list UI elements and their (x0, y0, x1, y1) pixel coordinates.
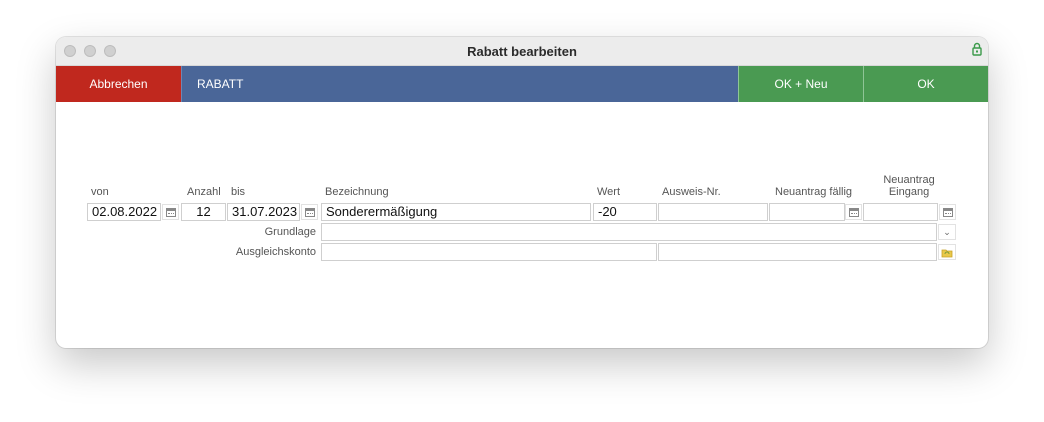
grundlage-select[interactable] (321, 223, 937, 241)
label-von: von (91, 186, 109, 198)
calendar-icon (942, 207, 953, 217)
title-bar: Rabatt bearbeiten (56, 37, 988, 66)
neuantrag-faellig-field[interactable] (769, 203, 845, 221)
ausgleichskonto-lookup-button[interactable] (938, 244, 956, 260)
neuantrag-eingang-field[interactable] (863, 203, 938, 221)
window-title: Rabatt bearbeiten (467, 44, 577, 59)
grundlage-dropdown-button[interactable]: ⌄ (938, 224, 956, 240)
chevron-down-icon: ⌄ (943, 227, 951, 237)
label-ausgleichskonto: Ausgleichskonto (235, 246, 316, 258)
neuantrag-eingang-calendar-button[interactable] (939, 204, 956, 220)
calendar-icon (304, 207, 315, 217)
von-calendar-button[interactable] (162, 204, 179, 220)
anzahl-field[interactable]: 12 (181, 203, 226, 221)
label-bis: bis (231, 186, 246, 198)
von-date-field[interactable]: 02.08.2022 (87, 203, 161, 221)
wert-field[interactable]: -20 (593, 203, 657, 221)
ausgleichskonto-name-field[interactable] (658, 243, 937, 261)
label-bezeichnung: Bezeichnung (325, 186, 389, 198)
label-neuantrag-eingang-2: Eingang (888, 186, 930, 198)
label-ausweis-nr: Ausweis-Nr. (662, 186, 721, 198)
bis-calendar-button[interactable] (301, 204, 318, 220)
action-toolbar: Abbrechen RABATT OK + Neu OK (56, 66, 988, 102)
lock-icon[interactable] (972, 42, 982, 56)
bis-date-field[interactable]: 31.07.2023 (227, 203, 300, 221)
ok-new-button[interactable]: OK + Neu (738, 66, 863, 102)
ausweis-nr-field[interactable] (658, 203, 768, 221)
folder-lookup-icon (941, 249, 953, 257)
ausgleichskonto-field[interactable] (321, 243, 657, 261)
cancel-button[interactable]: Abbrechen (56, 66, 181, 102)
label-grundlage: Grundlage (264, 226, 316, 238)
calendar-icon (848, 207, 859, 217)
label-neuantrag-faellig: Neuantrag fällig (775, 186, 853, 198)
label-neuantrag-eingang-1: Neuantrag (883, 174, 935, 186)
section-title: RABATT (181, 66, 738, 102)
ok-button[interactable]: OK (863, 66, 988, 102)
label-wert: Wert (597, 186, 621, 198)
bezeichnung-field[interactable]: Sonderermäßigung (321, 203, 591, 221)
neuantrag-faellig-calendar-button[interactable] (845, 204, 862, 220)
calendar-icon (165, 207, 176, 217)
label-anzahl: Anzahl (187, 186, 221, 198)
dialog-window: Rabatt bearbeiten Abbrechen RABATT OK + … (56, 37, 988, 348)
